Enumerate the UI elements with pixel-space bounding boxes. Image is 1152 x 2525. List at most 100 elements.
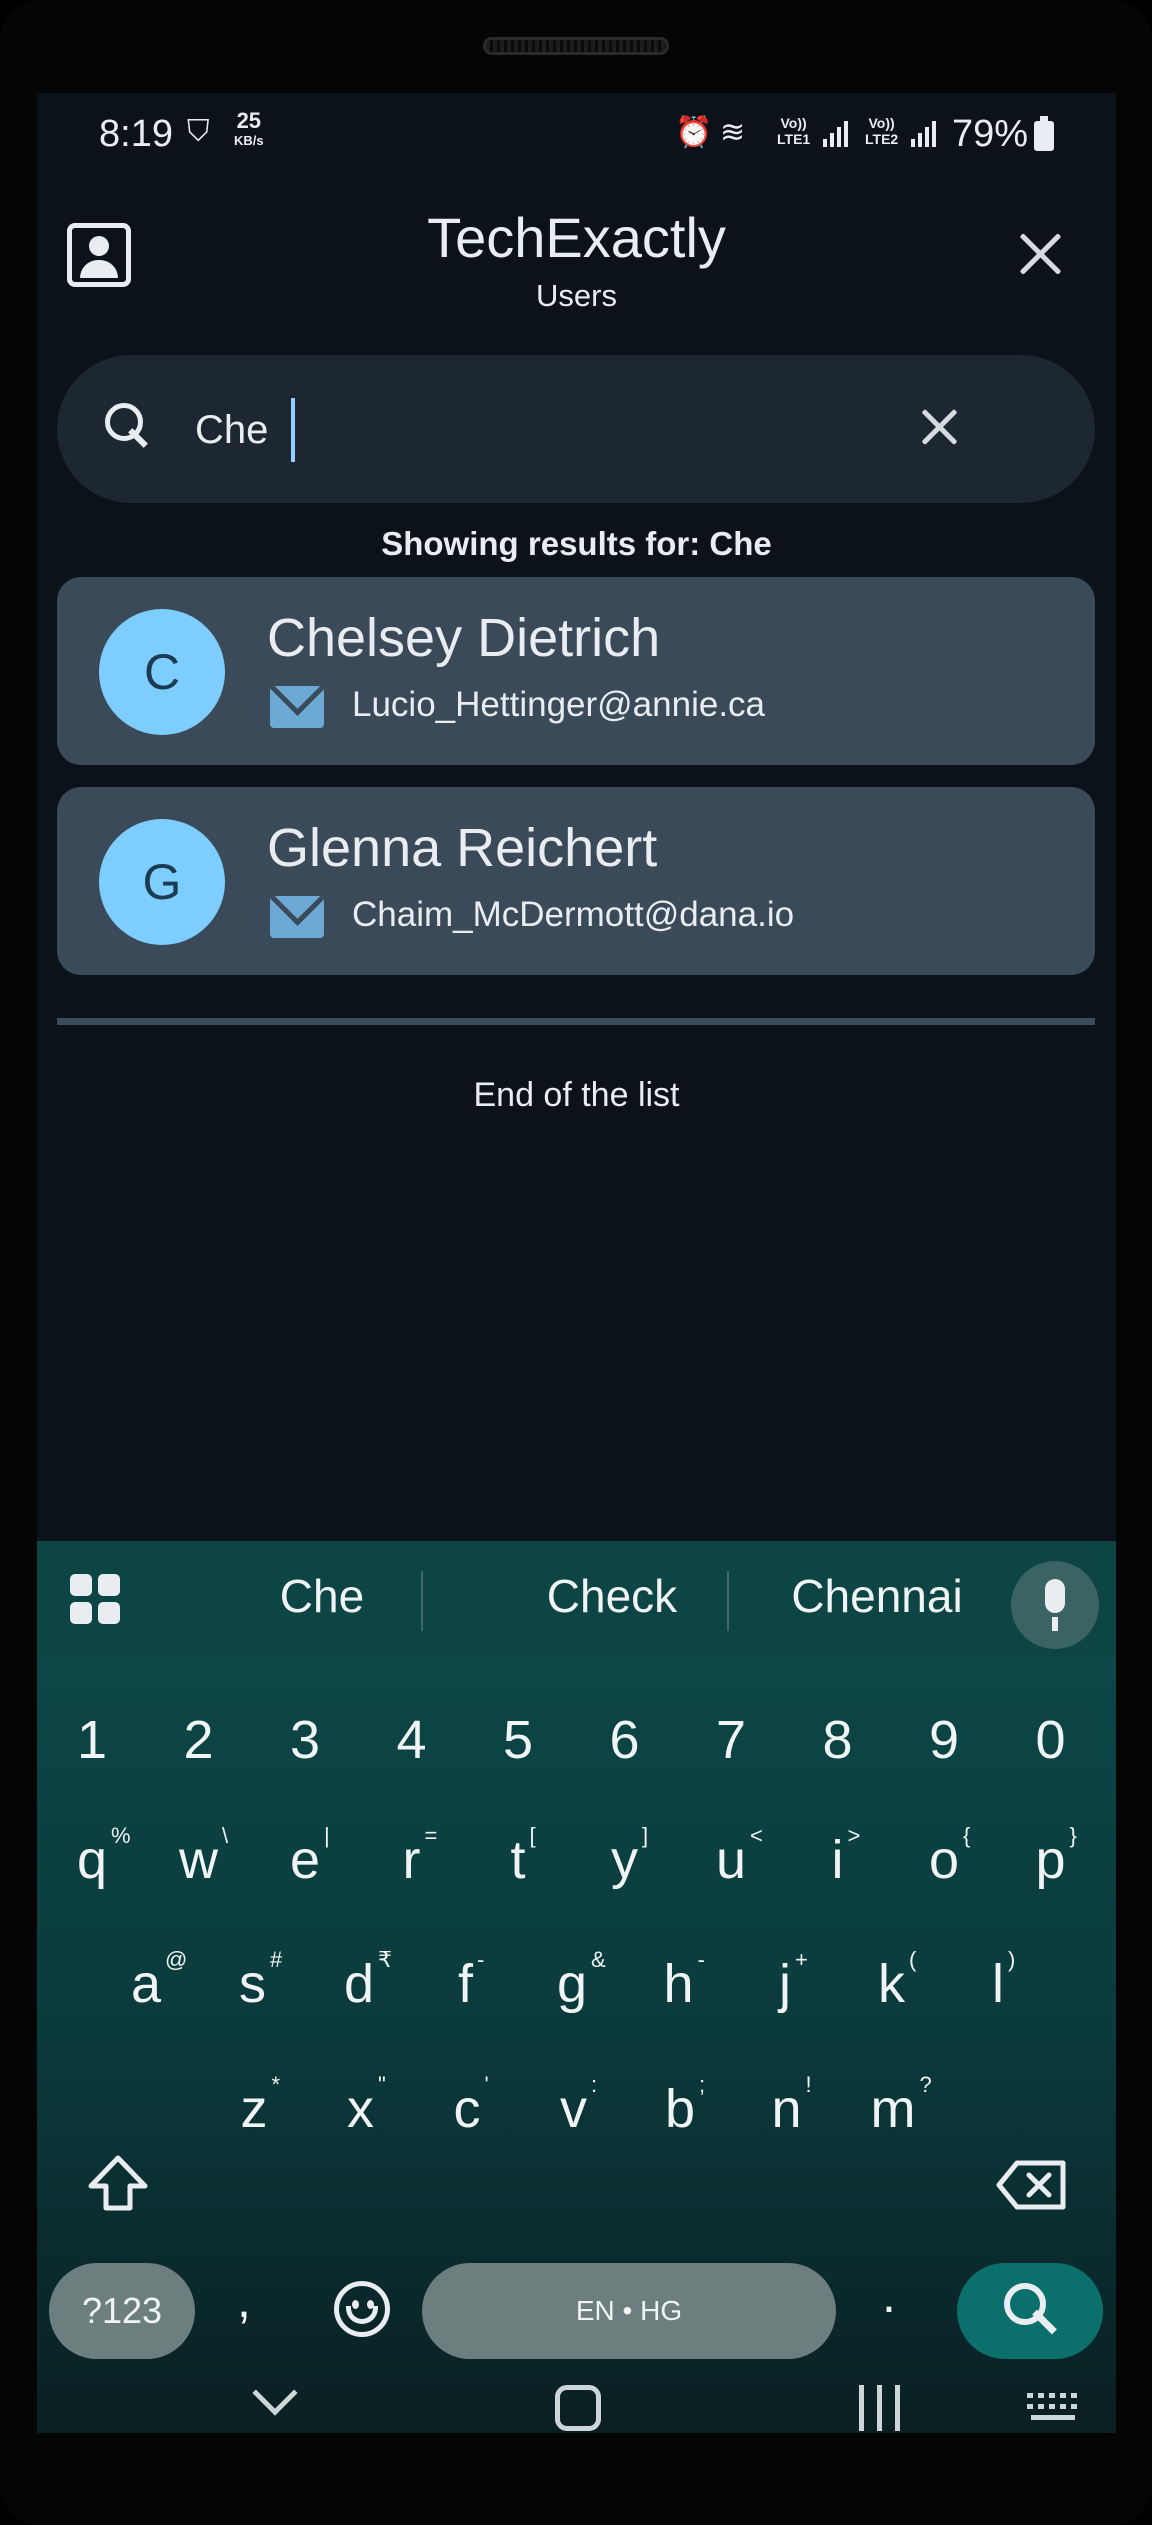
text-cursor [291, 398, 295, 462]
navigation-bar [37, 2363, 1116, 2433]
key-alt-label: * [271, 2072, 281, 2097]
phone-frame: 8:19 ⛉ 25 KB/s ⏰ ≋ Vo)) LTE1 Vo)) LTE2 7 [0, 0, 1152, 2525]
user-name: Glenna Reichert [267, 818, 658, 878]
key-4[interactable]: 4 [359, 1709, 465, 1771]
space-key[interactable]: EN • HG [422, 2263, 836, 2359]
earpiece-speaker [483, 37, 669, 55]
shift-icon[interactable] [85, 2153, 151, 2213]
key-label: d [343, 1954, 375, 2014]
key-p[interactable]: p} [998, 1823, 1104, 1891]
key-label: g [556, 1954, 588, 2014]
key-alt-label: - [697, 1947, 705, 1972]
home-icon[interactable] [555, 2385, 601, 2431]
key-label: u [715, 1830, 747, 1890]
key-label: k [878, 1954, 905, 2014]
key-alt-label: " [378, 2072, 386, 2097]
key-alt-label: \ [222, 1823, 229, 1848]
key-t[interactable]: t[ [465, 1823, 571, 1891]
key-1[interactable]: 1 [39, 1709, 145, 1771]
key-3[interactable]: 3 [252, 1709, 358, 1771]
suggestion-divider [727, 1571, 729, 1631]
key-label: t [510, 1830, 526, 1890]
key-v[interactable]: v: [521, 2072, 627, 2140]
key-n[interactable]: n! [734, 2072, 840, 2140]
app-title: TechExactly [427, 206, 726, 269]
key-label: e [289, 1830, 321, 1890]
key-d[interactable]: d ₹ [306, 1947, 412, 2015]
search-input[interactable] [195, 395, 795, 465]
key-u[interactable]: u < [678, 1823, 784, 1891]
key-label: j [779, 1954, 791, 2014]
key-alt-label: ; [699, 2072, 706, 2097]
page-subtitle: Users [536, 278, 617, 313]
period-key[interactable]: . [882, 2266, 896, 2324]
hide-keyboard-icon[interactable] [252, 2370, 298, 2416]
keyboard: Che Check Chennai 1234567890 q% w \ e | r = t[y… [37, 1541, 1116, 2433]
key-alt-label: : [591, 2072, 598, 2097]
key-label: v [560, 2079, 587, 2139]
suggestion-3[interactable]: Chennai [747, 1569, 1007, 1623]
key-m[interactable]: m? [840, 2072, 946, 2140]
search-action-icon[interactable] [957, 2263, 1103, 2359]
key-label: 4 [396, 1710, 427, 1770]
key-alt-label: & [591, 1947, 606, 1972]
key-label: z [240, 2079, 268, 2139]
key-9[interactable]: 9 [891, 1709, 997, 1771]
close-icon[interactable] [1017, 231, 1063, 277]
key-r[interactable]: r = [359, 1823, 465, 1891]
key-6[interactable]: 6 [572, 1709, 678, 1771]
status-time: 8:19 [99, 113, 173, 155]
key-i[interactable]: i > [785, 1823, 891, 1891]
key-x[interactable]: x " [308, 2072, 414, 2140]
key-g[interactable]: g & [519, 1947, 625, 2015]
key-0[interactable]: 0 [998, 1709, 1104, 1771]
key-f[interactable]: f- [413, 1947, 519, 2015]
key-label: o [928, 1830, 960, 1890]
key-l[interactable]: l) [945, 1947, 1051, 2015]
key-o[interactable]: o{ [891, 1823, 997, 1891]
key-y[interactable]: y] [572, 1823, 678, 1891]
network-speed: 25 KB/s [234, 110, 264, 151]
key-z[interactable]: z * [201, 2072, 307, 2140]
suggestion-2[interactable]: Check [457, 1569, 767, 1623]
key-5[interactable]: 5 [465, 1709, 571, 1771]
status-bar: 8:19 ⛉ 25 KB/s ⏰ ≋ Vo)) LTE1 Vo)) LTE2 7 [37, 93, 1116, 173]
search-bar[interactable] [57, 355, 1095, 503]
key-s[interactable]: s # [200, 1947, 306, 2015]
backspace-icon[interactable] [995, 2159, 1067, 2211]
key-2[interactable]: 2 [146, 1709, 252, 1771]
key-label: y [611, 1830, 638, 1890]
battery-percent: 79% [952, 113, 1029, 155]
key-e[interactable]: e | [252, 1823, 358, 1891]
suggestion-1[interactable]: Che [207, 1569, 437, 1623]
key-k[interactable]: k( [839, 1947, 945, 2015]
key-h[interactable]: h- [626, 1947, 732, 2015]
user-card[interactable]: C Chelsey Dietrich Lucio_Hettinger@annie… [57, 577, 1095, 765]
key-label: s [239, 1954, 266, 2014]
key-w[interactable]: w \ [146, 1823, 252, 1891]
key-label: w [179, 1830, 218, 1890]
key-7[interactable]: 7 [678, 1709, 784, 1771]
key-a[interactable]: a @ [93, 1947, 199, 2015]
key-label: a [130, 1954, 162, 2014]
key-c[interactable]: c ' [414, 2072, 520, 2140]
key-alt-label: ? [919, 2072, 932, 2097]
user-email: Chaim_McDermott@dana.io [352, 895, 795, 934]
key-q[interactable]: q% [39, 1823, 145, 1891]
grid-icon[interactable] [70, 1574, 122, 1626]
key-8[interactable]: 8 [785, 1709, 891, 1771]
key-alt-label: ' [484, 2072, 489, 2097]
mic-icon[interactable] [1011, 1561, 1099, 1649]
sim1-volte: Vo)) [780, 115, 807, 131]
user-card[interactable]: G Glenna Reichert Chaim_McDermott@dana.i… [57, 787, 1095, 975]
keyboard-switch-icon[interactable] [1027, 2393, 1079, 2423]
clear-icon[interactable] [919, 407, 959, 447]
comma-key[interactable]: , [237, 2271, 251, 2329]
key-b[interactable]: b; [627, 2072, 733, 2140]
symbols-key[interactable]: ?123 [49, 2263, 195, 2359]
key-alt-label: % [111, 1823, 131, 1848]
key-alt-label: ] [642, 1823, 649, 1848]
user-name: Chelsey Dietrich [267, 608, 661, 668]
key-j[interactable]: j + [732, 1947, 838, 2015]
recent-apps-icon[interactable] [859, 2385, 901, 2431]
